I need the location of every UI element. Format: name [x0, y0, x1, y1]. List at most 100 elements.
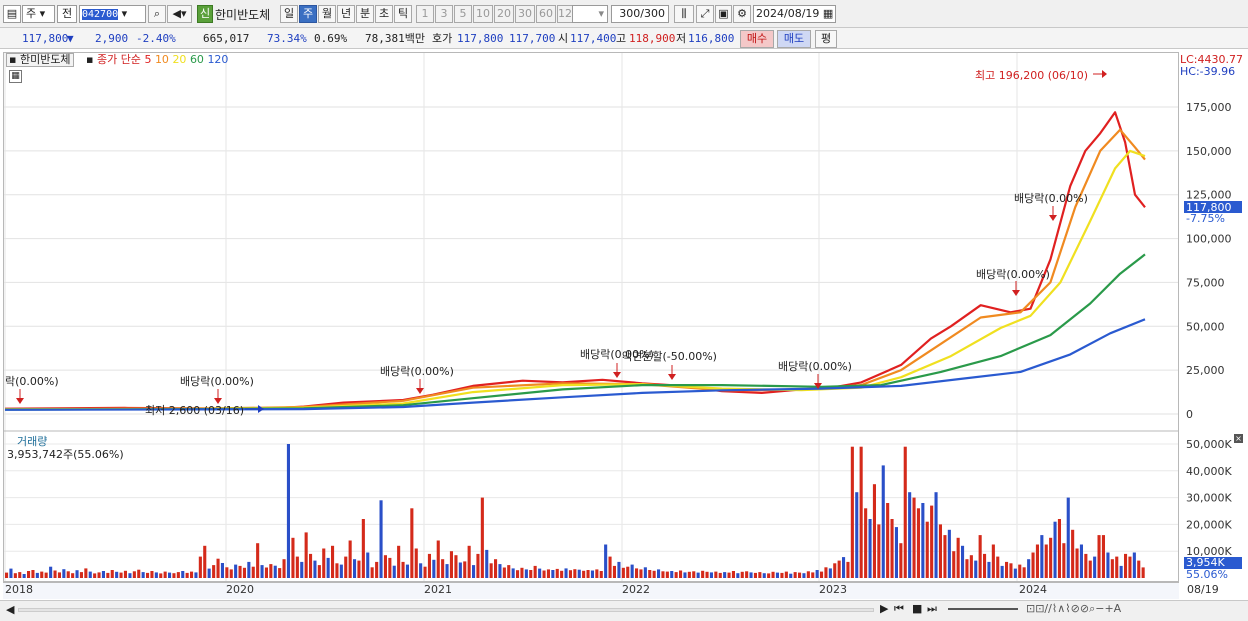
volume-bar [961, 545, 965, 578]
div-annotation: 배당락(0.00%) [778, 360, 852, 373]
volume-bar [842, 557, 846, 578]
x-tick-label: 2024 [1019, 583, 1047, 596]
volume-bar [683, 572, 687, 578]
volume-bar [436, 540, 440, 578]
price-tick-label: 75,000 [1186, 276, 1225, 289]
legend-ma-60: 60 [189, 53, 208, 66]
volume-bar [507, 565, 511, 578]
cur-pct-value: -7.75% [1186, 212, 1225, 225]
hc-label: HC:-39.96 [1180, 65, 1236, 78]
volume-bar [212, 565, 216, 578]
ma-line-10 [4, 128, 1146, 411]
volume-bar [216, 558, 220, 578]
volume-bar [820, 571, 824, 578]
volume-close-icon[interactable]: × [1234, 434, 1243, 443]
volume-bar [463, 561, 467, 578]
scroll-track[interactable] [18, 608, 874, 612]
volume-bar [555, 568, 559, 578]
zoom-slider[interactable] [948, 608, 1018, 612]
volume-bar [749, 572, 753, 578]
volume-tick-label: 40,000K [1186, 465, 1232, 478]
volume-bar [71, 573, 75, 578]
volume-bar [511, 568, 515, 578]
volume-bar [643, 567, 647, 578]
volume-bar [57, 572, 61, 578]
volume-bar [1035, 544, 1039, 578]
volume-bar [220, 563, 224, 578]
stop-icon[interactable]: ■ [912, 602, 922, 615]
volume-bar [890, 519, 894, 578]
volume-bar [278, 568, 282, 578]
scroll-left-icon[interactable]: ◀ [6, 603, 14, 616]
volume-bar [97, 572, 101, 578]
volume-bar [612, 565, 616, 578]
volume-bar [635, 568, 639, 578]
volume-bar [146, 572, 150, 578]
forward-icon[interactable]: ⏭ [927, 602, 937, 616]
volume-bar [657, 569, 661, 578]
volume-bar [864, 508, 868, 578]
volume-bar [101, 571, 105, 578]
volume-bar [753, 572, 757, 578]
vol-pct-tag: 55.06% [1184, 569, 1242, 580]
volume-bar [485, 549, 489, 578]
volume-bar [692, 571, 696, 578]
volume-bar [348, 540, 352, 578]
volume-bar [1062, 543, 1066, 578]
volume-bar [476, 553, 480, 578]
high-annotation: 최고 196,200 (06/10) [975, 69, 1089, 82]
dividend-arrow-head [416, 388, 424, 394]
legend-ma-5: 5 [144, 53, 155, 66]
volume-bar [27, 571, 31, 578]
volume-bar [969, 555, 973, 578]
volume-bar [806, 571, 810, 578]
volume-bar [339, 564, 343, 578]
volume-bar [956, 537, 960, 578]
volume-bar [494, 559, 498, 578]
volume-bar [1097, 535, 1101, 578]
volume-bar [207, 568, 211, 578]
volume-bar [899, 543, 903, 578]
volume-bar [938, 524, 942, 578]
volume-tick-label: 20,000K [1186, 518, 1232, 531]
draw-tools-icon[interactable]: ⊡⊡∕∕⌇∧⌇⊘⊘⌕−+A [1026, 602, 1121, 616]
x-tick-label: 2021 [424, 583, 452, 596]
volume-bar [40, 571, 44, 578]
high-arrow-head [1102, 70, 1107, 78]
volume-bar [234, 564, 238, 578]
price-tick-label: 150,000 [1186, 145, 1232, 158]
volume-bar [573, 569, 577, 578]
volume-tick-label: 50,000K [1186, 438, 1232, 451]
volume-bar [1075, 548, 1079, 578]
volume-bar [1053, 521, 1057, 578]
volume-bar [9, 568, 13, 578]
volume-bar [824, 567, 828, 578]
volume-bar [1093, 556, 1097, 578]
rewind-icon[interactable]: ⏮ [894, 602, 904, 616]
volume-bar [533, 565, 537, 578]
ma-line-60 [4, 253, 1146, 411]
volume-bar [991, 544, 995, 578]
x-tick-label: 2020 [226, 583, 254, 596]
volume-bar [414, 548, 418, 578]
volume-bar [1013, 568, 1017, 578]
volume-bar [185, 572, 189, 578]
volume-bar [626, 566, 630, 578]
volume-bar [582, 570, 586, 578]
volume-bar [410, 508, 414, 578]
div-annotation: 배당락(0.00%) [180, 375, 254, 388]
volume-bar [947, 529, 951, 578]
volume-bar [599, 571, 603, 578]
volume-bar [472, 565, 476, 578]
volume-bar [172, 573, 176, 578]
calc-icon[interactable]: ▦ [9, 70, 22, 83]
volume-bar [168, 572, 172, 578]
volume-bar [454, 555, 458, 578]
play-icon[interactable]: ▶ [880, 602, 888, 615]
volume-bar [247, 561, 251, 578]
volume-value: 3,953,742주(55.06%) [7, 448, 124, 461]
x-tick-label: 08/19 [1187, 583, 1219, 596]
volume-bar [1000, 565, 1004, 578]
volume-bar [190, 571, 194, 578]
volume-bar [441, 559, 445, 578]
